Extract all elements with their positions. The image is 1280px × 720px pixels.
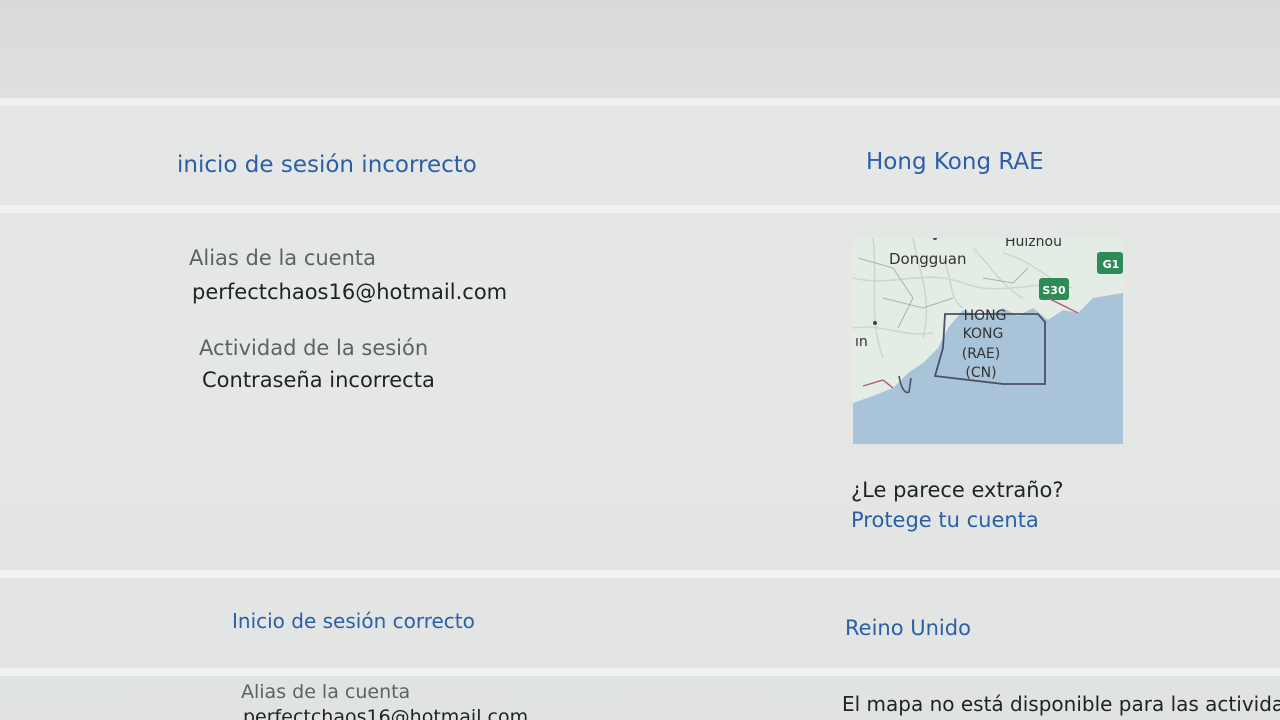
session-activity-label: Actividad de la sesión [199, 336, 429, 360]
page: inicio de sesión incorrecto Hong Kong RA… [0, 0, 1280, 720]
divider [0, 98, 1280, 106]
entry-status[interactable]: inicio de sesión incorrecto [177, 152, 477, 178]
account-alias-label: Alias de la cuenta [241, 681, 411, 703]
city-label-partial: ın [855, 334, 868, 350]
protect-account-link[interactable]: Protege tu cuenta [851, 508, 1039, 532]
session-activity-value: Contraseña incorrecta [202, 368, 435, 392]
map-graphic: S30 G1 Dongguan Huizhou ın HONG KONG (RA… [853, 238, 1123, 403]
city-label-dongguan: Dongguan [889, 250, 966, 268]
account-alias-value: perfectchaos16@hotmail.com [192, 280, 508, 304]
entry-status[interactable]: Inicio de sesión correcto [232, 609, 475, 633]
account-alias-label: Alias de la cuenta [189, 246, 377, 270]
entry-location[interactable]: Hong Kong RAE [866, 149, 1044, 175]
city-label-huizhou: Huizhou [1005, 238, 1062, 250]
region-label-line1: HONG [964, 308, 1007, 324]
divider [0, 668, 1280, 676]
region-label-line3: (RAE) [962, 346, 1001, 362]
road-label-s30: S30 [1042, 284, 1066, 297]
location-map[interactable]: S30 G1 Dongguan Huizhou ın HONG KONG (RA… [853, 238, 1123, 444]
account-alias-value: perfectchaos16@hotmail.com [243, 706, 529, 720]
entry-header[interactable] [0, 578, 1280, 670]
top-band [0, 0, 1280, 100]
region-label-line4: (CN) [965, 365, 996, 381]
suspicious-question: ¿Le parece extraño? [851, 478, 1064, 502]
divider [0, 570, 1280, 578]
entry-location[interactable]: Reino Unido [845, 616, 971, 640]
divider [0, 205, 1280, 213]
region-label-line2: KONG [963, 326, 1004, 342]
map-unavailable-text: El mapa no está disponible para las acti… [842, 692, 1280, 716]
city-dot [873, 321, 877, 325]
road-label-g1: G1 [1103, 258, 1120, 271]
